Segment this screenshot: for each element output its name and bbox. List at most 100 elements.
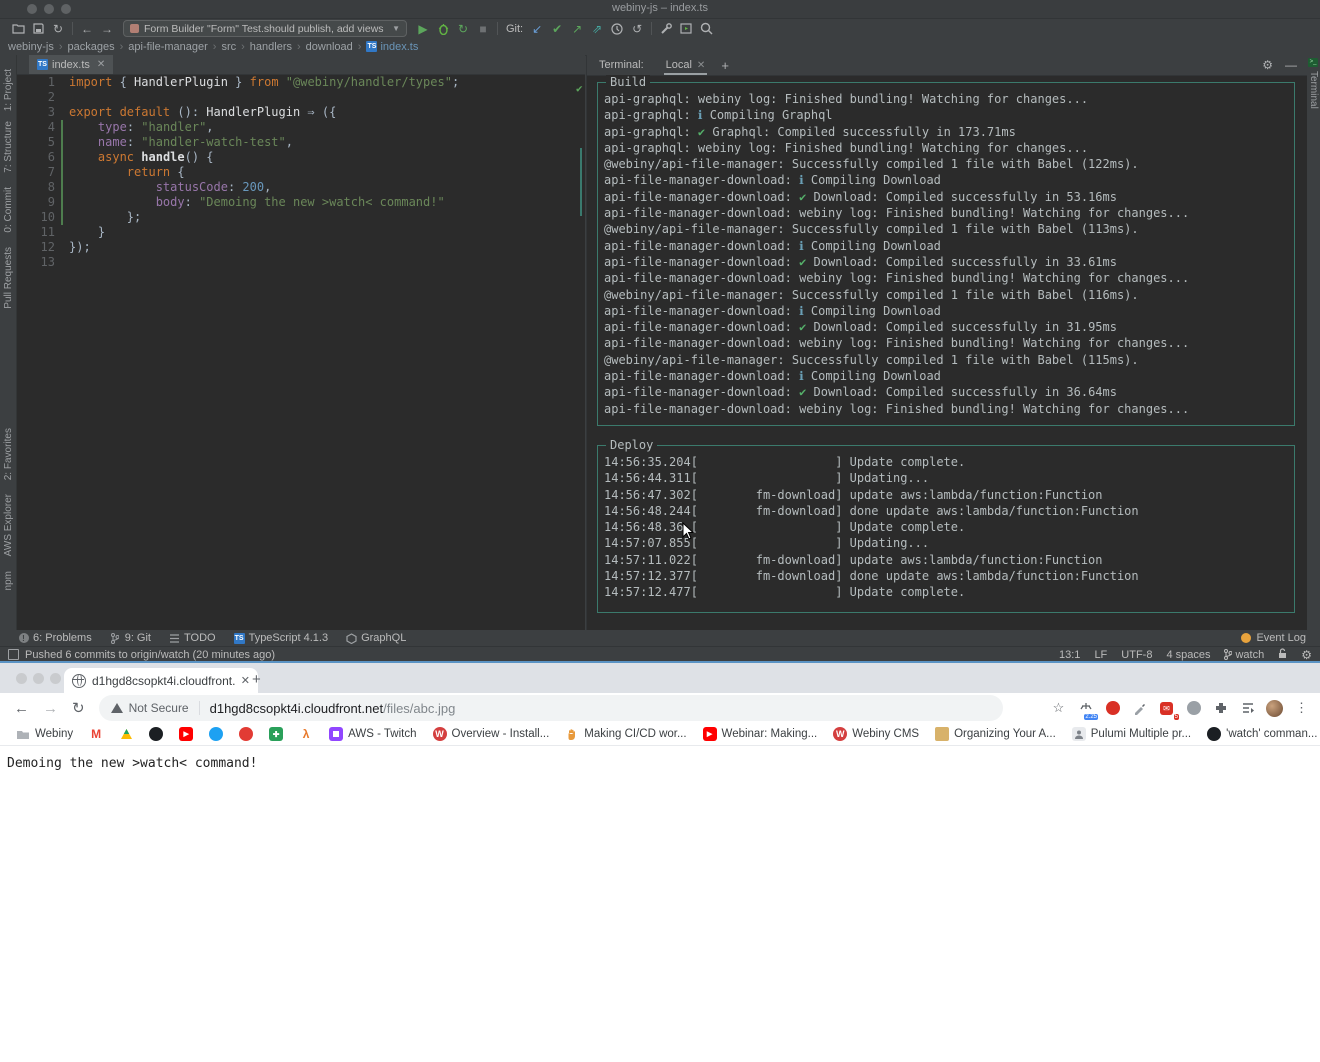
kebab-menu-icon[interactable]: ⋮ bbox=[1293, 700, 1310, 717]
bookmark-item-aws-twitch[interactable]: AWS - Twitch bbox=[329, 727, 416, 741]
code-line[interactable]: 2 bbox=[17, 90, 585, 105]
bookmark-item[interactable]: λ bbox=[299, 727, 313, 741]
media-controls-icon[interactable] bbox=[1239, 700, 1256, 717]
window-zoom-button[interactable] bbox=[50, 673, 61, 684]
run-button[interactable]: ▶ bbox=[413, 21, 433, 37]
event-log-button[interactable]: Event Log bbox=[1241, 632, 1306, 644]
bookmark-item-watch-comman[interactable]: 'watch' comman... bbox=[1207, 727, 1317, 741]
encoding-widget[interactable]: UTF-8 bbox=[1121, 649, 1152, 661]
editor-tab-index-ts[interactable]: TS index.ts ✕ bbox=[29, 55, 113, 74]
deploy-extension-icon[interactable]: 2.25 bbox=[1077, 700, 1094, 717]
wrench-icon[interactable] bbox=[656, 21, 676, 37]
new-tab-button[interactable]: + bbox=[252, 671, 261, 688]
profile-avatar[interactable] bbox=[1266, 700, 1283, 717]
breadcrumb-item[interactable]: handlers bbox=[250, 41, 292, 53]
forward-icon[interactable]: → bbox=[97, 21, 117, 37]
code-line[interactable]: 4 type: "handler", bbox=[17, 120, 585, 135]
open-folder-icon[interactable] bbox=[8, 21, 28, 37]
back-icon[interactable]: ← bbox=[14, 700, 29, 717]
terminal-minimize-icon[interactable]: — bbox=[1285, 58, 1297, 72]
bookmark-item[interactable]: M bbox=[89, 727, 103, 741]
bookmark-item[interactable] bbox=[239, 727, 253, 741]
git-commit-icon[interactable]: ✔ bbox=[547, 21, 567, 37]
window-minimize-button[interactable] bbox=[33, 673, 44, 684]
run-with-coverage-button[interactable]: ↻ bbox=[453, 21, 473, 37]
git-branch-widget[interactable]: watch bbox=[1224, 649, 1264, 661]
code-line[interactable]: 13 bbox=[17, 255, 585, 270]
stripe-item-2-favorites[interactable]: 2: Favorites bbox=[3, 428, 14, 480]
stripe-item-pull-requests[interactable]: Pull Requests bbox=[3, 247, 14, 309]
stripe-item-npm[interactable]: npm bbox=[3, 571, 14, 590]
toolwindow-button-todo-list[interactable]: TODO bbox=[169, 632, 216, 644]
code-line[interactable]: 12}); bbox=[17, 240, 585, 255]
notifier-extension-icon[interactable] bbox=[1185, 700, 1202, 717]
code-line[interactable]: 10 }; bbox=[17, 210, 585, 225]
stop-button[interactable]: ■ bbox=[473, 21, 493, 37]
search-icon[interactable] bbox=[696, 21, 716, 37]
back-icon[interactable]: ← bbox=[77, 21, 97, 37]
stripe-item-0-commit[interactable]: 0: Commit bbox=[3, 187, 14, 233]
code-line[interactable]: 8 statusCode: 200, bbox=[17, 180, 585, 195]
save-icon[interactable] bbox=[28, 21, 48, 37]
browser-tab[interactable]: d1hgd8csopkt4i.cloudfront.ne ✕ bbox=[64, 668, 258, 693]
bookmark-item[interactable]: ▶ bbox=[179, 727, 193, 741]
close-icon[interactable]: ✕ bbox=[97, 59, 105, 70]
bookmark-item[interactable]: ✚ bbox=[269, 727, 283, 741]
close-icon[interactable]: ✕ bbox=[697, 60, 705, 71]
debug-button[interactable] bbox=[433, 21, 453, 37]
breadcrumb-item[interactable]: api-file-manager bbox=[128, 41, 207, 53]
mail-extension-icon[interactable]: ✉ 5 bbox=[1158, 700, 1175, 717]
window-close-button[interactable] bbox=[16, 673, 27, 684]
bookmark-item[interactable] bbox=[209, 727, 223, 741]
lock-icon[interactable] bbox=[1278, 648, 1287, 662]
bookmark-item-webiny-cms[interactable]: WWebiny CMS bbox=[833, 727, 919, 741]
stripe-item-7-structure[interactable]: 7: Structure bbox=[3, 121, 14, 173]
rollback-icon[interactable]: ↺ bbox=[627, 21, 647, 37]
new-terminal-session-button[interactable]: + bbox=[721, 58, 729, 73]
bookmark-item[interactable] bbox=[119, 727, 133, 741]
adblock-extension-icon[interactable] bbox=[1104, 700, 1121, 717]
breadcrumb-item[interactable]: src bbox=[221, 41, 236, 53]
reload-icon[interactable]: ↻ bbox=[72, 699, 85, 717]
stripe-item-terminal[interactable]: Terminal bbox=[1308, 71, 1319, 109]
history-icon[interactable] bbox=[607, 21, 627, 37]
toolwindow-button-typescript[interactable]: TSTypeScript 4.1.3 bbox=[234, 632, 329, 644]
address-bar[interactable]: Not Secure d1hgd8csopkt4i.cloudfront.net… bbox=[99, 695, 1003, 721]
terminal-settings-icon[interactable]: ⚙ bbox=[1262, 58, 1273, 72]
stripe-item-1-project[interactable]: 1: Project bbox=[3, 69, 14, 111]
bookmark-item-webinar-making[interactable]: ▶Webinar: Making... bbox=[703, 727, 818, 741]
code-line[interactable]: 11 } bbox=[17, 225, 585, 240]
extensions-puzzle-icon[interactable] bbox=[1212, 700, 1229, 717]
toolwindow-button-problems[interactable]: !6: Problems bbox=[18, 632, 92, 644]
code-editor[interactable]: 1import { HandlerPlugin } from "@webiny/… bbox=[17, 75, 585, 630]
highlighting-level-icon[interactable]: ⚙ bbox=[1301, 648, 1312, 662]
line-ending-widget[interactable]: LF bbox=[1094, 649, 1107, 661]
bookmark-item-making-ci-cd-wor[interactable]: Making CI/CD wor... bbox=[565, 727, 686, 741]
breadcrumb-item[interactable]: packages bbox=[68, 41, 115, 53]
security-label[interactable]: Not Secure bbox=[129, 701, 189, 715]
bookmark-item-organizing-your-a[interactable]: Organizing Your A... bbox=[935, 727, 1056, 741]
caret-position-widget[interactable]: 13:1 bbox=[1059, 649, 1080, 661]
close-icon[interactable]: ✕ bbox=[241, 674, 250, 687]
git-update-icon[interactable]: ↙ bbox=[527, 21, 547, 37]
code-line[interactable]: 6 async handle() { bbox=[17, 150, 585, 165]
breadcrumb-item[interactable]: TSindex.ts bbox=[366, 41, 418, 53]
inspection-ok-icon[interactable]: ✔ bbox=[576, 81, 583, 96]
code-line[interactable]: 7 return { bbox=[17, 165, 585, 180]
toolwindow-button-git-branch[interactable]: 9: Git bbox=[110, 632, 151, 644]
run-configuration-select[interactable]: Form Builder "Form" Test.should publish,… bbox=[123, 20, 407, 37]
code-line[interactable]: 5 name: "handler-watch-test", bbox=[17, 135, 585, 150]
bookmark-item[interactable] bbox=[149, 727, 163, 741]
terminal-tab-local[interactable]: Local ✕ bbox=[660, 55, 712, 75]
bookmark-star-icon[interactable]: ☆ bbox=[1050, 700, 1067, 717]
run-anything-icon[interactable] bbox=[676, 21, 696, 37]
git-cherry-pick-icon[interactable]: ⇗ bbox=[587, 21, 607, 37]
code-line[interactable]: 9 body: "Demoing the new >watch< command… bbox=[17, 195, 585, 210]
code-line[interactable]: 1import { HandlerPlugin } from "@webiny/… bbox=[17, 75, 585, 90]
toolwindow-button-graphql[interactable]: GraphQL bbox=[346, 632, 406, 644]
bookmark-item-pulumi-multiple-pr[interactable]: Pulumi Multiple pr... bbox=[1072, 727, 1191, 741]
git-push-icon[interactable]: ↗ bbox=[567, 21, 587, 37]
picker-extension-icon[interactable] bbox=[1131, 700, 1148, 717]
code-line[interactable]: 3export default (): HandlerPlugin ⇒ ({ bbox=[17, 105, 585, 120]
stripe-item-aws-explorer[interactable]: AWS Explorer bbox=[3, 494, 14, 556]
